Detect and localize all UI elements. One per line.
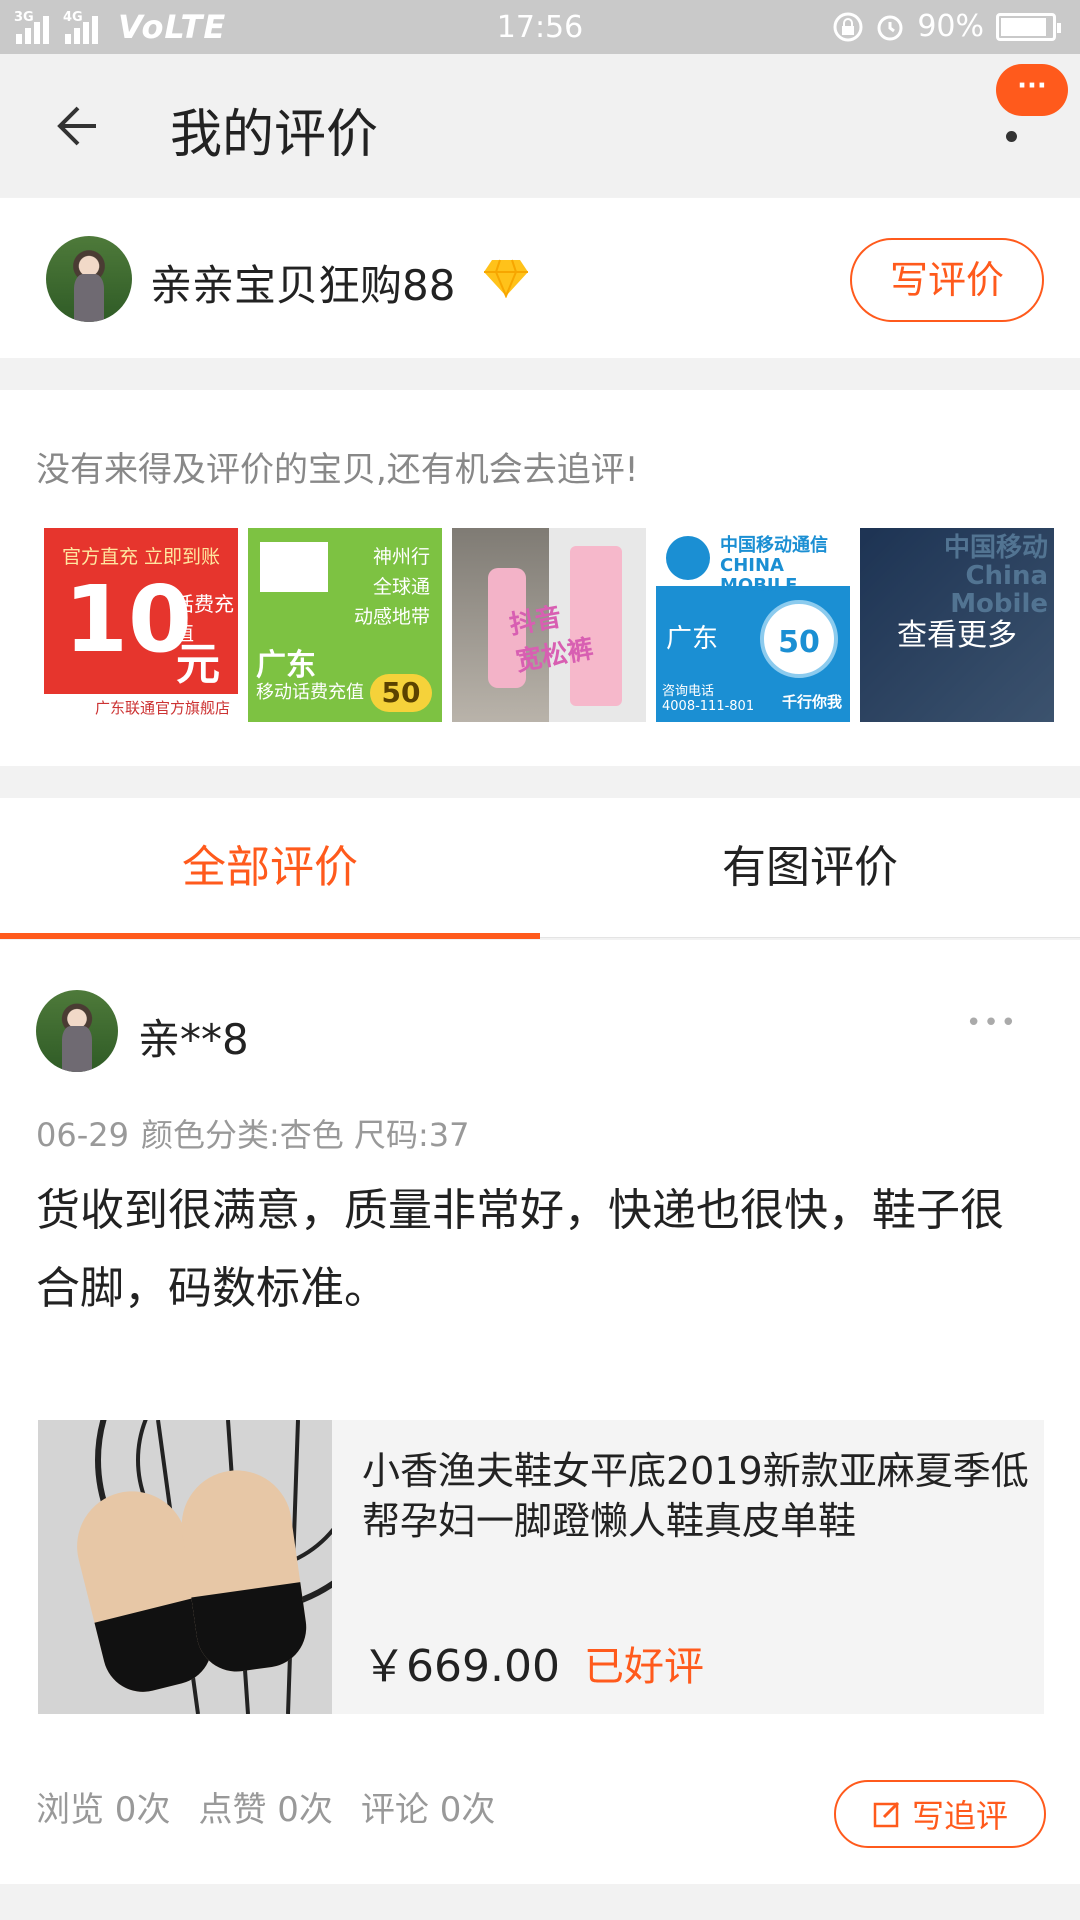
view-count: 浏览 0次 (36, 1790, 171, 1830)
lock-icon (833, 12, 863, 41)
pending-thumbnails: 官方直充 立即到账 10 话费充值 元 广东联通官方旗舰店 神州行 全球通 动感… (44, 528, 1054, 722)
reviewer-name: 亲**8 (138, 1015, 249, 1064)
product-title: 小香渔夫鞋女平底2019新款亚麻夏季低帮孕妇一脚蹬懒人鞋真皮单鞋 (362, 1449, 1029, 1543)
review-sku: 颜色分类:杏色 尺码:37 (140, 1116, 470, 1154)
pending-review-section: 没有来得及评价的宝贝,还有机会去追评! 官方直充 立即到账 10 话费充值 元 … (0, 390, 1080, 766)
review-tabs: 全部评价 有图评价 (0, 798, 1080, 939)
review-content: 货收到很满意，质量非常好，快递也很快，鞋子很合脚，码数标准。 (36, 1185, 1004, 1314)
review-stats: 浏览 0次 点赞 0次 评论 0次 (36, 1782, 523, 1831)
app-header: 我的评价 ··· (0, 54, 1080, 197)
battery-icon (996, 12, 1061, 41)
status-right: 90% (833, 9, 1061, 44)
status-bar: 3G 4G VoLTE 17:56 90% (0, 0, 1080, 54)
like-count: 点赞 0次 (198, 1790, 333, 1830)
pending-hint: 没有来得及评价的宝贝,还有机会去追评! (36, 450, 639, 490)
pending-item-pink-pants[interactable]: 抖音 宽松裤 (452, 528, 646, 722)
alarm-icon (877, 15, 903, 40)
rating-status: 已好评 (584, 1644, 704, 1690)
review-meta: 06-29 颜色分类:杏色 尺码:37 (36, 1110, 469, 1156)
tab-photo-reviews[interactable]: 有图评价 (540, 798, 1080, 938)
back-arrow-icon[interactable] (52, 96, 112, 156)
reviewed-product[interactable]: 小香渔夫鞋女平底2019新款亚麻夏季低帮孕妇一脚蹬懒人鞋真皮单鞋 ￥669.00… (38, 1420, 1044, 1714)
battery-percent: 90% (917, 9, 984, 44)
write-follow-up-button[interactable]: 写追评 (834, 1780, 1046, 1848)
pending-item-china-mobile-card[interactable]: 中国移动通信 CHINA MOBILE 广东 50 咨询电话 4008-111-… (656, 528, 850, 722)
see-more-label: 查看更多 (897, 618, 1017, 653)
olympic-logo-icon (260, 542, 328, 592)
diamond-member-icon (484, 259, 528, 298)
more-options-badge[interactable]: ··· (996, 64, 1068, 116)
pending-item-unicom-recharge[interactable]: 官方直充 立即到账 10 话费充值 元 广东联通官方旗舰店 (44, 528, 238, 722)
product-price: ￥669.00 (362, 1641, 560, 1692)
tab-all-reviews[interactable]: 全部评价 (0, 798, 540, 939)
user-avatar[interactable] (46, 236, 132, 322)
user-name: 亲亲宝贝狂购88 (150, 261, 456, 310)
write-follow-up-label: 写追评 (911, 1797, 1008, 1835)
page-title: 我的评价 (170, 105, 379, 165)
review-date: 06-29 (36, 1116, 129, 1154)
edit-icon (873, 1801, 900, 1828)
user-bar: 亲亲宝贝狂购88 写评价 (0, 198, 1080, 358)
review-more-icon[interactable]: ••• (966, 1008, 1018, 1038)
china-mobile-logo-icon (666, 536, 710, 580)
reviewer-avatar[interactable] (36, 990, 118, 1072)
write-review-button[interactable]: 写评价 (850, 238, 1044, 322)
comment-count: 评论 0次 (360, 1790, 496, 1830)
see-more-pending[interactable]: 中国移动 China Mobile 查看更多 (860, 528, 1054, 722)
pending-item-mobile-recharge[interactable]: 神州行 全球通 动感地带 广东 移动话费充值 50 (248, 528, 442, 722)
product-image (38, 1420, 332, 1714)
review-card: 亲**8 ••• 06-29 颜色分类:杏色 尺码:37 货收到很满意，质量非常好… (0, 940, 1080, 1884)
